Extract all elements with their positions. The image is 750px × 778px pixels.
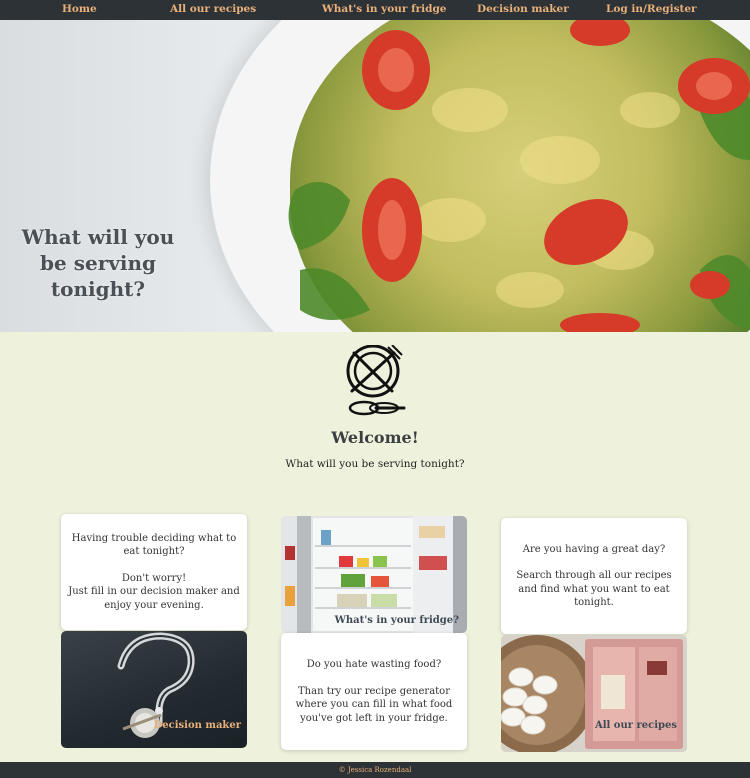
eggs-and-cookbook-illustration	[501, 635, 687, 752]
nav-decision-link[interactable]: Decision maker	[477, 3, 569, 15]
all-recipes-caption[interactable]: All our recipes	[595, 720, 677, 732]
top-nav: Home All our recipes What's in your frid…	[0, 0, 750, 20]
welcome-title: Welcome!	[331, 428, 419, 447]
waste-info-card: Do you hate wasting food? Than try our r…	[281, 633, 467, 750]
decision-info-card: Having trouble deciding what to eat toni…	[61, 514, 247, 630]
decision-card-text-3: Just fill in our decision maker and enjo…	[68, 586, 240, 611]
great-day-info-card: Are you having a great day? Search throu…	[501, 518, 687, 634]
nav-recipes-link[interactable]: All our recipes	[170, 3, 256, 15]
fridge-photo[interactable]: What's in your fridge?	[281, 516, 467, 633]
decision-card-text-2: Don't worry!	[121, 572, 187, 584]
nav-login-link[interactable]: Log in/Register	[606, 3, 697, 15]
all-recipes-photo[interactable]: All our recipes	[501, 635, 687, 752]
decision-maker-photo[interactable]: Decision maker	[61, 631, 247, 748]
plate-fork-knife-spoon-icon	[346, 345, 406, 416]
waste-card-text-1: Do you hate wasting food?	[306, 659, 442, 670]
hero-banner: What will you be serving tonight?	[0, 20, 750, 332]
nav-home-link[interactable]: Home	[62, 3, 97, 15]
decision-card-text-1: Having trouble deciding what to eat toni…	[71, 532, 237, 558]
great-day-text-1: Are you having a great day?	[522, 543, 666, 555]
waste-card-text-2: Than try our recipe generator where you …	[295, 685, 453, 724]
fridge-caption[interactable]: What's in your fridge?	[335, 615, 459, 627]
hero-title: What will you be serving tonight?	[21, 225, 175, 301]
footer-copyright: © Jessica Rozendaal	[338, 766, 412, 774]
welcome-subtitle: What will you be serving tonight?	[285, 458, 465, 470]
nav-fridge-link[interactable]: What's in your fridge	[322, 3, 446, 15]
footer: © Jessica Rozendaal	[0, 762, 750, 778]
decision-maker-caption[interactable]: Decision maker	[154, 720, 241, 732]
great-day-text-2: Search through all our recipes and find …	[516, 570, 672, 608]
